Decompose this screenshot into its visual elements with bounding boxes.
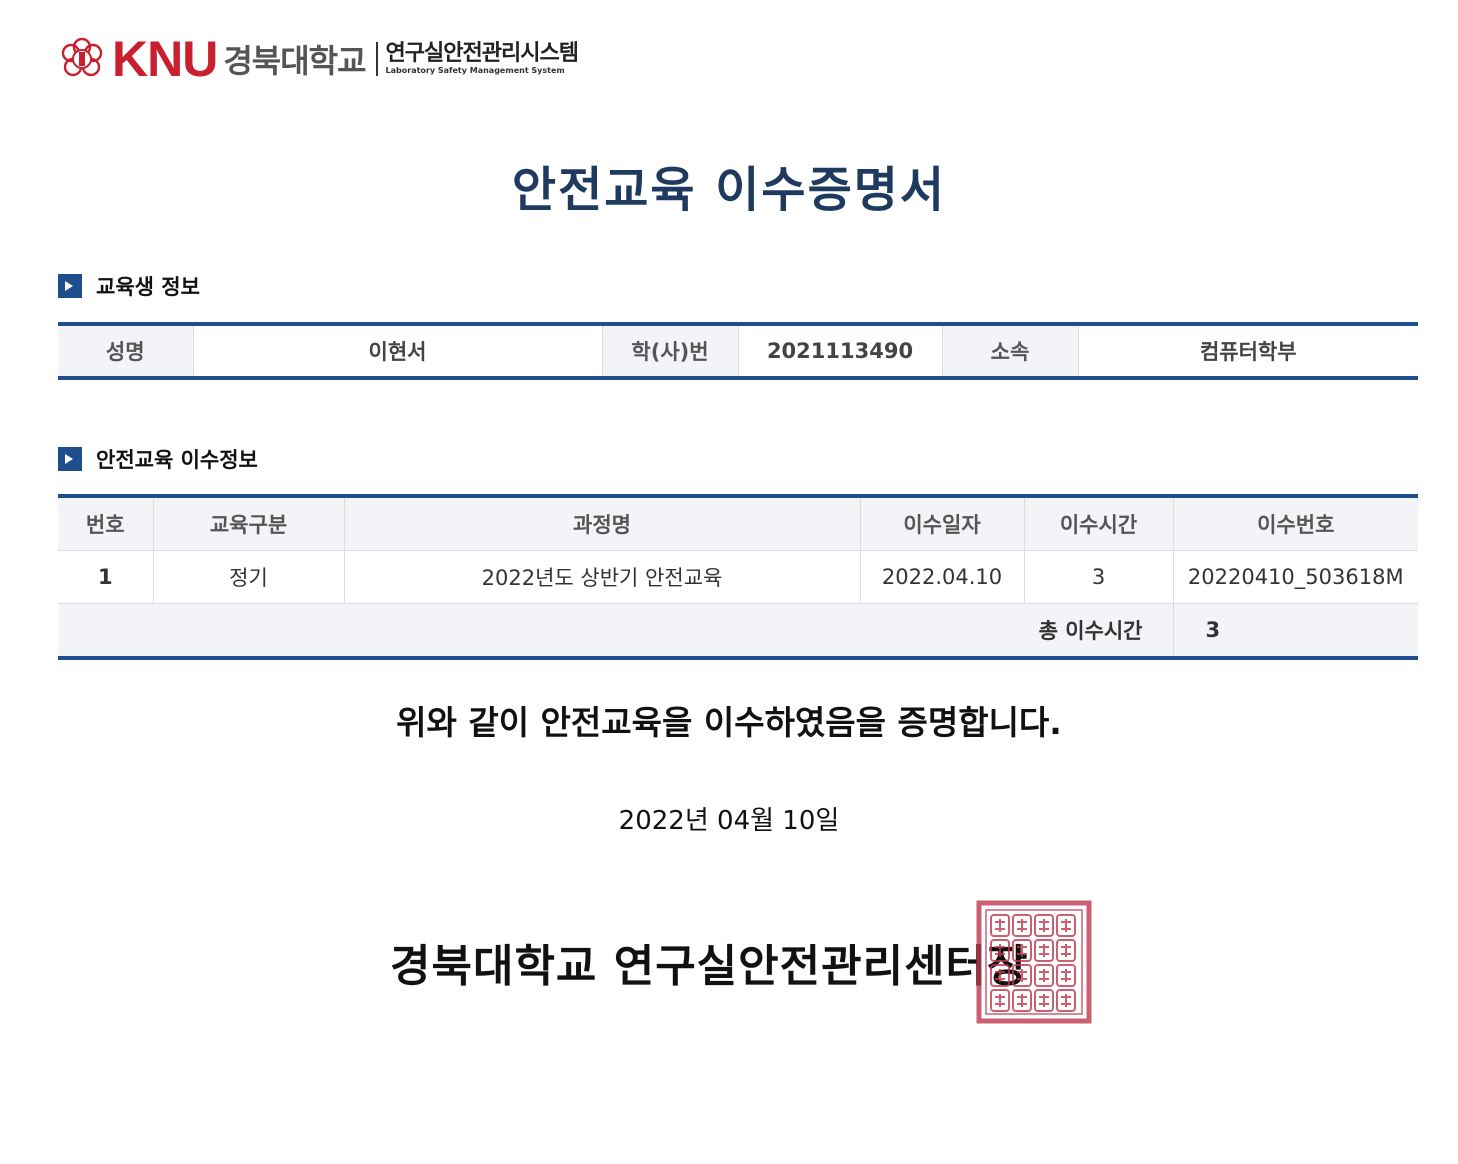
seal-glyph-stroke (1017, 969, 1027, 982)
seal-glyph-stroke (1061, 969, 1071, 982)
student-id-label: 학(사)번 (602, 324, 739, 378)
seal-glyph-stroke (995, 919, 1005, 932)
seal-glyph-stroke (995, 994, 1005, 1007)
official-seal-icon (976, 900, 1092, 1024)
issuer-name: 경북대학교 연구실안전관리센터장 (390, 941, 1029, 992)
student-id-value: 2021113490 (738, 324, 943, 378)
university-name: 경북대학교 (223, 42, 366, 80)
student-section-label: 교육생 정보 (96, 275, 200, 299)
row-category: 정기 (153, 550, 345, 604)
column-header: 과정명 (344, 496, 861, 551)
department-value: 컴퓨터학부 (1199, 340, 1297, 364)
system-name: 연구실안전관리시스템 (385, 41, 579, 66)
seal-glyph-stroke (1061, 994, 1071, 1007)
column-header: 이수일자 (860, 496, 1025, 551)
row-certificate-number: 20220410_503618M (1173, 550, 1418, 604)
student-info-row: 성명 이현서 학(사)번 2021113490 소속 컴퓨터학부 (58, 324, 1418, 378)
column-header: 교육구분 (153, 496, 345, 551)
system-name-block: 연구실안전관리시스템 Laboratory Safety Management … (385, 41, 579, 76)
department-label: 소속 (942, 324, 1079, 378)
course-table-header: 번호 교육구분 과정명 이수일자 이수시간 이수번호 (58, 496, 1418, 551)
seal-glyph-stroke (1017, 919, 1027, 932)
row-completion-date: 2022.04.10 (860, 550, 1025, 604)
student-info-table: 성명 이현서 학(사)번 2021113490 소속 컴퓨터학부 (58, 322, 1418, 380)
arrow-right-icon (58, 447, 82, 471)
row-course-name: 2022년도 상반기 안전교육 (344, 550, 861, 604)
seal-glyph-stroke (1039, 969, 1049, 982)
total-hours-value: 3 (1173, 603, 1418, 658)
course-table: 번호 교육구분 과정명 이수일자 이수시간 이수번호 1 정기 2022년도 상… (58, 494, 1418, 660)
course-section-heading: 안전교육 이수정보 (58, 444, 258, 474)
seal-glyph-stroke (1061, 944, 1071, 957)
seal-glyph-stroke (995, 969, 1005, 982)
header-divider (375, 42, 378, 76)
certification-statement: 위와 같이 안전교육을 이수하였음을 증명합니다. (396, 703, 1062, 742)
column-header: 이수번호 (1173, 496, 1418, 551)
seal-glyph-stroke (1039, 944, 1049, 957)
issuer-block: 경북대학교 연구실안전관리센터장 (390, 900, 1110, 1030)
row-number: 1 (58, 550, 154, 604)
issue-date: 2022년 04월 10일 (618, 806, 840, 836)
name-label: 성명 (58, 324, 194, 378)
name-value: 이현서 (193, 324, 603, 378)
course-section-label: 안전교육 이수정보 (96, 448, 258, 472)
knu-emblem-icon (61, 37, 103, 77)
knu-logo-text: KNU (112, 31, 218, 87)
seal-glyph-stroke (1061, 919, 1071, 932)
site-header: KNU 경북대학교 연구실안전관리시스템 Laboratory Safety M… (58, 31, 579, 87)
arrow-right-icon (58, 274, 82, 298)
seal-glyph-stroke (1039, 994, 1049, 1007)
system-name-en: Laboratory Safety Management System (385, 66, 565, 75)
table-row: 1 정기 2022년도 상반기 안전교육 2022.04.10 3 202204… (58, 550, 1418, 604)
document-title: 안전교육 이수증명서 (511, 162, 947, 218)
seal-glyph-stroke (1039, 919, 1049, 932)
total-row: 총 이수시간 3 (58, 603, 1418, 658)
column-header: 번호 (58, 496, 154, 551)
seal-glyph-stroke (1017, 944, 1027, 957)
seal-glyph-stroke (1017, 994, 1027, 1007)
seal-glyph-stroke (995, 944, 1005, 957)
row-hours: 3 (1024, 550, 1174, 604)
column-header: 이수시간 (1024, 496, 1174, 551)
total-hours-label: 총 이수시간 (58, 603, 1174, 658)
student-section-heading: 교육생 정보 (58, 271, 200, 301)
